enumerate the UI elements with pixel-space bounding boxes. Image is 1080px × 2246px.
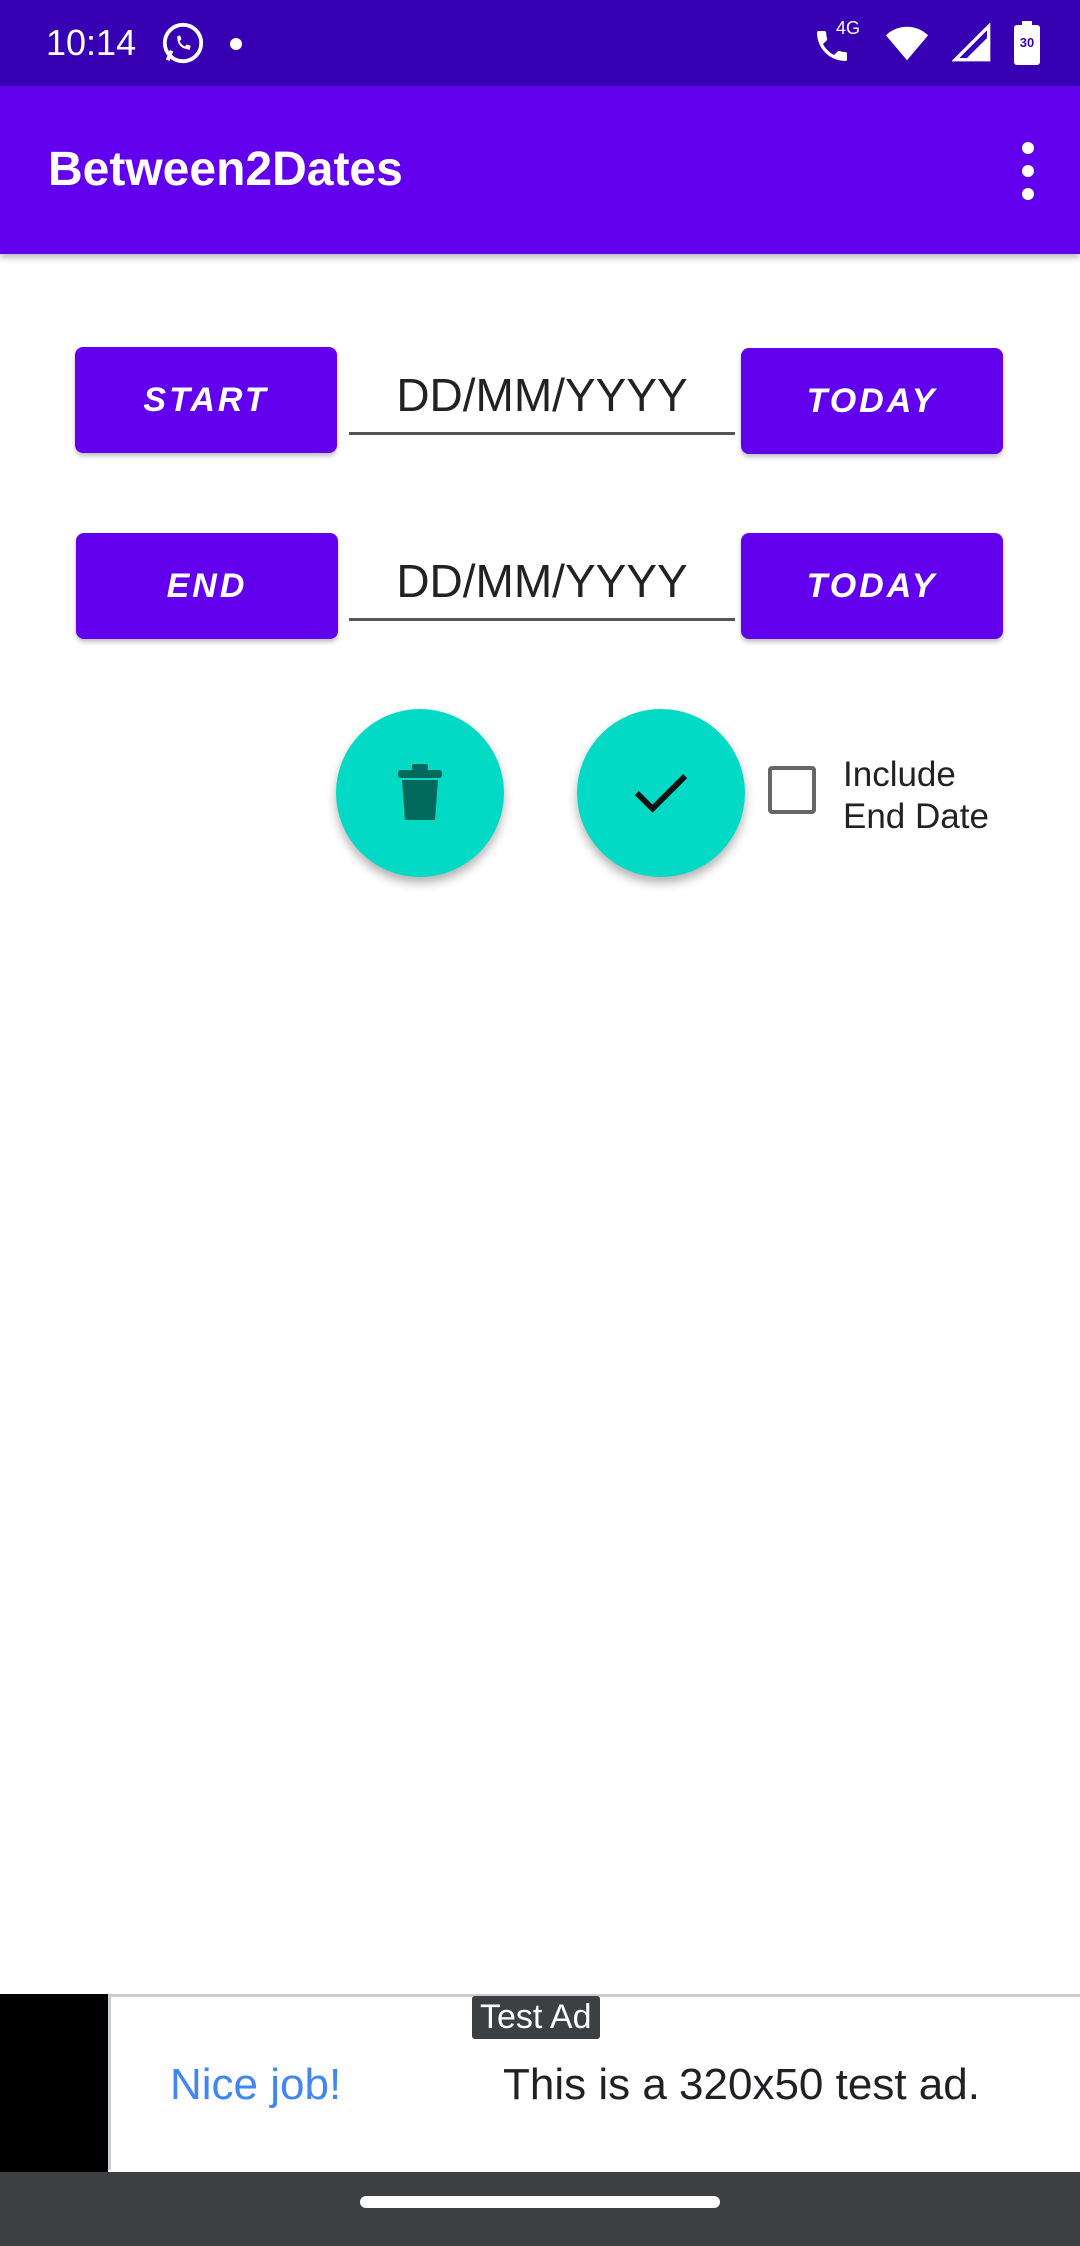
app-bar: Between2Dates (0, 86, 1080, 254)
delete-icon (398, 764, 442, 820)
battery-icon: 30 (1014, 21, 1040, 65)
navigation-bar (0, 2172, 1080, 2246)
more-vert-icon[interactable] (1016, 142, 1040, 200)
signal-icon (952, 23, 991, 62)
notification-dot-icon (230, 38, 242, 50)
include-end-date-label[interactable]: Include End Date (843, 754, 989, 838)
end-date-input[interactable] (349, 544, 735, 621)
end-button[interactable]: END (76, 533, 338, 639)
battery-level-label: 30 (1019, 35, 1035, 50)
wifi-call-icon: 4G (812, 18, 862, 66)
app-title: Between2Dates (48, 143, 403, 196)
whatsapp-icon (162, 22, 204, 64)
clear-button[interactable] (336, 709, 504, 877)
end-today-button[interactable]: TODAY (741, 533, 1003, 639)
ad-text[interactable]: This is a 320x50 test ad. (503, 2060, 980, 2110)
check-icon (634, 774, 688, 813)
ad-test-tag: Test Ad (472, 1996, 600, 2039)
start-date-input[interactable] (349, 358, 735, 435)
include-end-date-label-line1: Include (843, 755, 956, 794)
calculate-button[interactable] (577, 709, 745, 877)
status-time: 10:14 (46, 22, 137, 63)
start-button[interactable]: START (75, 347, 337, 453)
include-end-date-checkbox[interactable] (768, 766, 816, 814)
wifi-icon (885, 26, 929, 61)
system-icons: 4G 30 (812, 18, 1040, 68)
network-type-label: 4G (836, 18, 861, 38)
status-bar: 10:14 4G 30 (0, 0, 1080, 86)
home-gesture-handle[interactable] (360, 2196, 720, 2208)
start-today-button[interactable]: TODAY (741, 348, 1003, 454)
ad-headline[interactable]: Nice job! (170, 2060, 341, 2110)
ad-left-margin (0, 1994, 108, 2172)
include-end-date-label-line2: End Date (843, 797, 989, 836)
